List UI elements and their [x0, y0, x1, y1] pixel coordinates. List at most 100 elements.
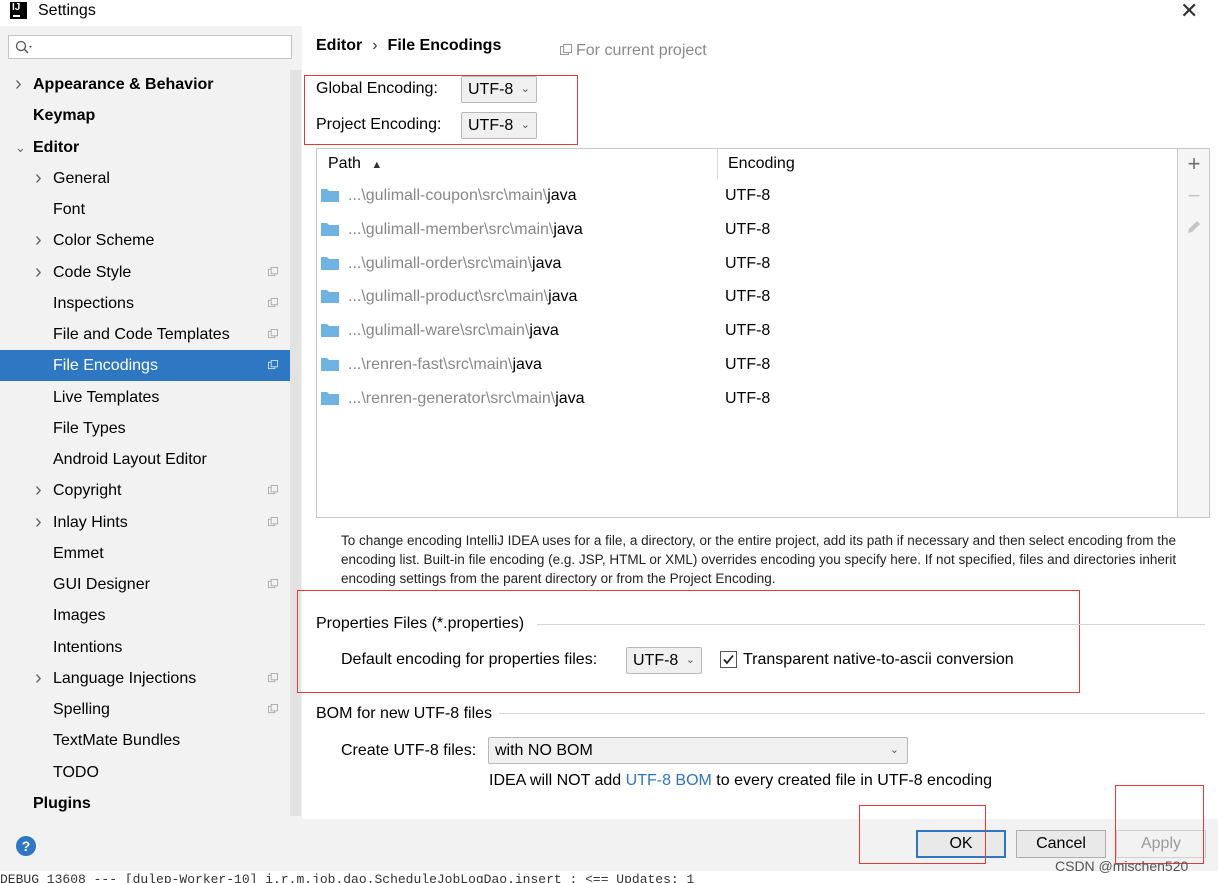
edit-icon[interactable] [1184, 218, 1204, 238]
global-encoding-label: Global Encoding: [316, 80, 438, 97]
chevron-right-icon[interactable]: › [35, 257, 42, 288]
sidebar-item-color-scheme[interactable]: › Color Scheme [0, 225, 290, 256]
project-scope-icon [268, 485, 278, 495]
path-cell: ...\gulimall-coupon\src\main\java [348, 179, 577, 213]
sidebar-item-keymap[interactable]: Keymap [0, 100, 290, 131]
sort-ascending-icon: ▲ [371, 159, 383, 171]
column-divider [717, 149, 718, 179]
chevron-right-icon[interactable]: › [15, 69, 22, 100]
scope-label: For current project [576, 42, 707, 59]
project-scope-icon [268, 516, 278, 526]
sidebar-item-label: Plugins [33, 794, 91, 812]
sidebar-item-label: Language Injections [53, 669, 197, 687]
help-icon[interactable]: ? [16, 836, 36, 856]
sidebar-item-spelling[interactable]: Spelling [0, 694, 290, 725]
encoding-help-text: To change encoding IntelliJ IDEA uses fo… [341, 533, 1177, 586]
properties-section-title: Properties Files (*.properties) [316, 615, 525, 632]
sidebar-item-copyright[interactable]: › Copyright [0, 475, 290, 506]
close-icon[interactable]: ✕ [1180, 0, 1198, 24]
encoding-cell[interactable]: UTF-8 [725, 213, 770, 247]
path-cell: ...\renren-generator\src\main\java [348, 382, 585, 416]
add-icon[interactable]: + [1184, 153, 1204, 175]
column-header-encoding[interactable]: Encoding [728, 149, 795, 179]
sidebar-scrollbar[interactable] [290, 70, 301, 816]
table-row[interactable]: ...\gulimall-order\src\main\java UTF-8 [317, 247, 1177, 281]
bom-select[interactable]: with NO BOM ⌄ [488, 737, 908, 764]
cancel-button[interactable]: Cancel [1016, 830, 1106, 858]
properties-encoding-select[interactable]: UTF-8 ⌄ [626, 647, 702, 674]
highlight-box-properties [297, 590, 1080, 693]
chevron-right-icon[interactable]: › [35, 225, 42, 256]
sidebar-item-font[interactable]: Font [0, 194, 290, 225]
path-encoding-table: Path ▲ Encoding ...\gulimall-coupon\src\… [316, 148, 1178, 518]
sidebar-item-label: Code Style [53, 263, 132, 281]
path-prefix: ...\gulimall-coupon\src\main\ [348, 187, 548, 204]
chevron-right-icon[interactable]: › [35, 507, 42, 538]
folder-icon [321, 290, 339, 304]
path-prefix: ...\gulimall-product\src\main\ [348, 288, 549, 306]
folder-icon [321, 358, 339, 371]
table-row[interactable]: ...\gulimall-member\src\main\java UTF-8 [317, 213, 1177, 247]
project-scope-icon [268, 672, 278, 682]
sidebar-item-file-and-code-templates[interactable]: File and Code Templates [0, 319, 290, 350]
sidebar-item-images[interactable]: Images [0, 600, 290, 631]
table-row[interactable]: ...\gulimall-product\src\main\java UTF-8 [317, 280, 1177, 314]
sidebar-item-intentions[interactable]: Intentions [0, 632, 290, 663]
sidebar-item-emmet[interactable]: Emmet [0, 538, 290, 569]
folder-icon [321, 256, 339, 270]
encoding-cell[interactable]: UTF-8 [725, 280, 770, 314]
encoding-cell[interactable]: UTF-8 [725, 348, 770, 382]
sidebar-item-live-templates[interactable]: Live Templates [0, 382, 290, 413]
global-encoding-select[interactable]: UTF-8 ⌄ [461, 76, 537, 103]
sidebar-item-textmate-bundles[interactable]: TextMate Bundles [0, 725, 290, 756]
encoding-cell[interactable]: UTF-8 [725, 179, 770, 213]
transparent-conversion-checkbox[interactable] [720, 651, 737, 668]
sidebar-item-label: Keymap [33, 107, 96, 125]
encoding-cell[interactable]: UTF-8 [725, 314, 770, 348]
breadcrumb-parent[interactable]: Editor [316, 37, 362, 54]
intellij-app-icon: IJ [10, 2, 27, 19]
sidebar-item-general[interactable]: › General [0, 163, 290, 194]
section-divider [499, 713, 1205, 714]
table-row[interactable]: ...\gulimall-ware\src\main\java UTF-8 [317, 314, 1177, 348]
chevron-right-icon[interactable]: › [35, 663, 42, 694]
table-row[interactable]: ...\gulimall-coupon\src\main\java UTF-8 [317, 179, 1177, 213]
sidebar-item-language-injections[interactable]: › Language Injections [0, 663, 290, 694]
chevron-right-icon[interactable]: › [35, 163, 42, 194]
folder-icon [321, 189, 339, 202]
remove-icon[interactable]: − [1184, 185, 1204, 207]
sidebar-item-gui-designer[interactable]: GUI Designer [0, 569, 290, 600]
sidebar-item-plugins[interactable]: Plugins [0, 788, 290, 819]
sidebar-item-code-style[interactable]: › Code Style [0, 257, 290, 288]
sidebar-item-editor[interactable]: ⌄ Editor [0, 132, 290, 163]
sidebar-item-todo[interactable]: TODO [0, 757, 290, 788]
sidebar-item-appearance-behavior[interactable]: › Appearance & Behavior [0, 69, 290, 100]
title-bar [0, 0, 1218, 26]
utf8-bom-link[interactable]: UTF-8 BOM [626, 772, 712, 789]
chevron-down-icon: ⌄ [685, 654, 695, 666]
table-row[interactable]: ...\renren-fast\src\main\java UTF-8 [317, 348, 1177, 382]
table-row[interactable]: ...\renren-generator\src\main\java UTF-8 [317, 382, 1177, 416]
project-encoding-select[interactable]: UTF-8 ⌄ [461, 112, 537, 139]
sidebar-item-android-layout-editor[interactable]: Android Layout Editor [0, 444, 290, 475]
sidebar-item-file-types[interactable]: File Types [0, 413, 290, 444]
search-input[interactable] [8, 35, 292, 59]
sidebar-item-label: Appearance & Behavior [33, 76, 214, 93]
sidebar-item-label: File and Code Templates [53, 326, 230, 343]
project-encoding-label: Project Encoding: [316, 116, 442, 133]
sidebar-item-file-encodings[interactable]: File Encodings [0, 350, 290, 382]
encoding-cell[interactable]: UTF-8 [725, 247, 770, 281]
transparent-conversion-label[interactable]: Transparent native-to-ascii conversion [743, 651, 1014, 669]
column-header-path[interactable]: Path ▲ [328, 149, 382, 179]
project-encoding-value: UTF-8 [468, 117, 514, 134]
sidebar-item-inspections[interactable]: Inspections [0, 288, 290, 319]
path-cell: ...\renren-fast\src\main\java [348, 348, 542, 382]
encoding-cell[interactable]: UTF-8 [725, 382, 770, 416]
breadcrumb: Editor › File Encodings [316, 37, 501, 55]
chevron-right-icon[interactable]: › [35, 475, 42, 506]
chevron-down-icon[interactable]: ⌄ [15, 132, 26, 163]
search-icon [15, 40, 32, 54]
path-leaf: java [532, 254, 562, 272]
sidebar-item-label: Inlay Hints [53, 513, 128, 531]
sidebar-item-inlay-hints[interactable]: › Inlay Hints [0, 507, 290, 538]
